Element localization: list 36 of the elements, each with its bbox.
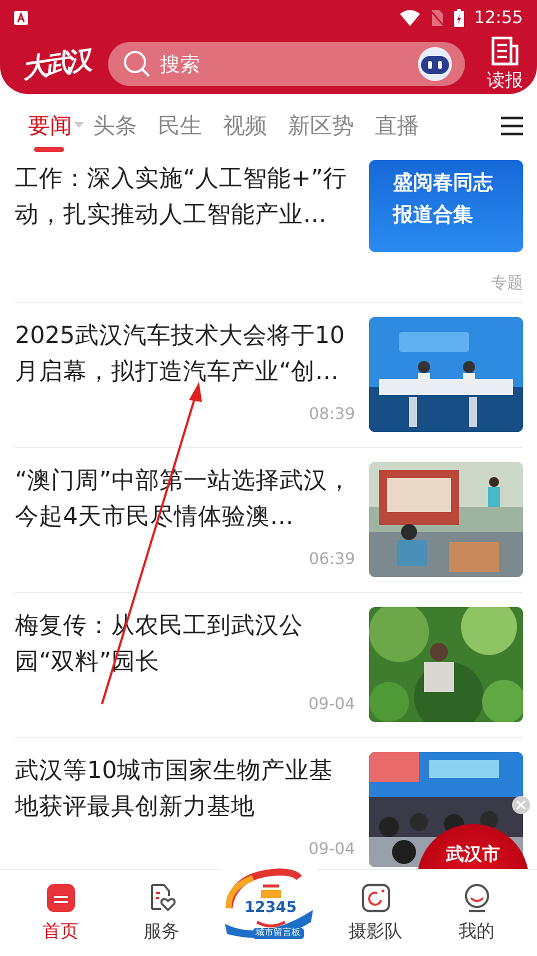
article-title[interactable]: 工作：深入实施“人工智能+”行动，扎实推动人工智能产业… <box>15 160 355 232</box>
category-tab[interactable]: 要闻 <box>20 94 80 158</box>
nav-tab[interactable]: 服务 <box>122 883 202 943</box>
close-icon[interactable] <box>512 796 530 814</box>
article-time: 09-04 <box>308 839 355 860</box>
nav-tab[interactable]: 首页 <box>20 883 100 943</box>
status-time: 12:55 <box>474 8 523 28</box>
category-tab[interactable]: 民生 <box>150 94 210 158</box>
category-tab[interactable]: 头条 <box>85 94 145 158</box>
article-time: 08:39 <box>308 404 355 425</box>
newspaper-icon <box>490 36 520 66</box>
search-field[interactable]: 搜索 <box>108 42 465 86</box>
nav-tab[interactable]: 摄影队 <box>336 883 416 943</box>
menu-icon[interactable] <box>501 116 523 136</box>
wifi-icon <box>400 10 420 26</box>
search-icon <box>122 49 152 79</box>
category-tab[interactable]: 视频 <box>215 94 275 158</box>
article-time: 09-04 <box>308 694 355 715</box>
read-newspaper-button[interactable]: 读报 <box>483 36 527 92</box>
notification-icon <box>14 11 28 25</box>
article-time: 06:39 <box>308 549 355 570</box>
search-placeholder: 搜索 <box>160 50 201 78</box>
battery-icon <box>454 9 464 27</box>
app-logo: 大武汉 <box>20 44 92 86</box>
article-title[interactable]: 2025武汉汽车技术大会将于10月启幕，拟打造汽车产业“创… <box>15 317 355 389</box>
article-title[interactable]: 武汉等10城市国家生物产业基地获评最具创新力基地 <box>15 752 355 824</box>
robot-icon[interactable] <box>415 46 455 82</box>
camera-icon <box>360 883 390 913</box>
topic-label: 专题 <box>491 273 523 294</box>
home-icon <box>46 883 76 913</box>
nav-tab[interactable]: 我的 <box>436 883 516 943</box>
no-sim-icon <box>430 10 444 26</box>
category-tab[interactable]: 新区势 <box>280 94 362 158</box>
hotline-logo[interactable]: 12345 城市留言板 <box>222 868 314 944</box>
category-tab[interactable]: 直播 <box>367 94 427 158</box>
banner-thumbnail[interactable]: 盛阅春同志报道合集 <box>369 160 523 252</box>
